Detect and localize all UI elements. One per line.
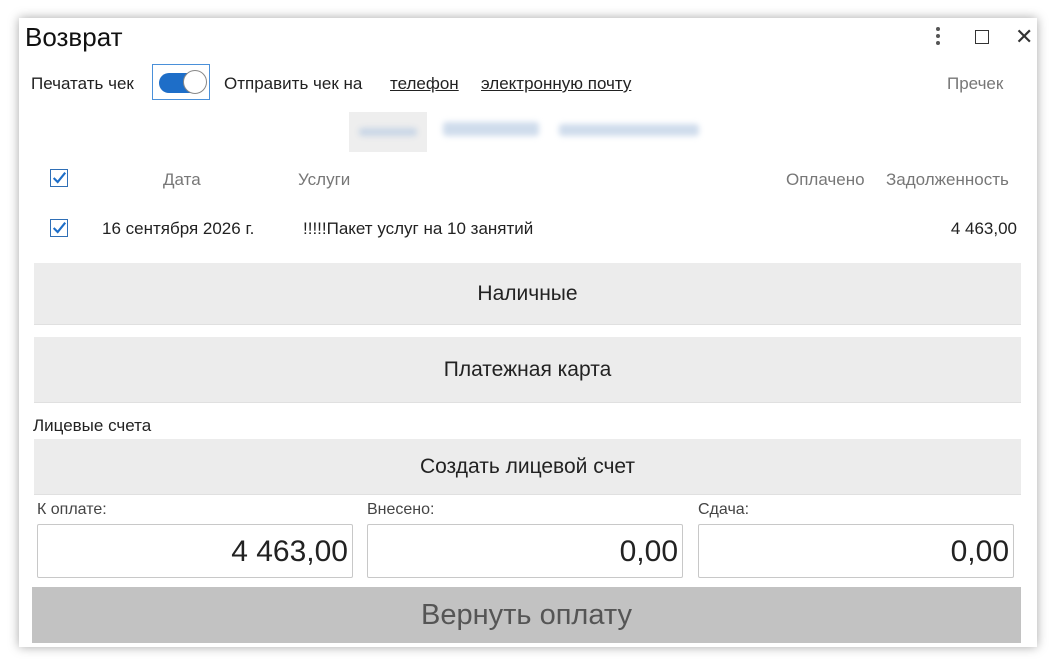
print-receipt-label: Печатать чек <box>31 74 134 93</box>
blurred-client-name <box>443 122 539 136</box>
more-options-icon[interactable] <box>931 27 945 49</box>
dialog-title: Возврат <box>25 22 123 52</box>
card-button[interactable]: Платежная карта <box>34 337 1021 403</box>
print-receipt-toggle[interactable] <box>152 64 210 100</box>
row-date: 16 сентября 2026 г. <box>102 219 255 238</box>
accounts-label: Лицевые счета <box>33 416 152 435</box>
send-email-link[interactable]: электронную почту <box>481 74 631 94</box>
column-header-debt[interactable]: Задолженность <box>886 170 1009 190</box>
close-icon[interactable]: ✕ <box>1015 24 1033 50</box>
maximize-icon[interactable] <box>975 30 989 44</box>
return-dialog: Возврат ✕ Печатать чек Отправить чек на … <box>19 18 1037 647</box>
deposited-label: Внесено: <box>367 501 435 518</box>
row-debt: 4 463,00 <box>950 219 1017 238</box>
column-header-date[interactable]: Дата <box>163 170 201 190</box>
to-pay-label: К оплате: <box>37 501 107 518</box>
change-label: Сдача: <box>698 501 750 518</box>
send-receipt-label: Отправить чек на <box>224 74 363 93</box>
select-all-checkbox[interactable] <box>50 169 68 187</box>
column-header-paid[interactable]: Оплачено <box>786 170 865 190</box>
row-checkbox[interactable] <box>50 219 68 237</box>
table-row[interactable]: 16 сентября 2026 г. !!!!!Пакет услуг на … <box>19 208 1037 248</box>
deposited-field[interactable]: 0,00 <box>367 524 683 578</box>
create-account-button[interactable]: Создать лицевой счет <box>34 439 1021 495</box>
blurred-client-surname <box>559 124 699 136</box>
change-field[interactable]: 0,00 <box>698 524 1014 578</box>
cash-button[interactable]: Наличные <box>34 263 1021 325</box>
refund-button[interactable]: Вернуть оплату <box>32 587 1021 643</box>
blurred-avatar <box>349 112 427 152</box>
send-phone-link[interactable]: телефон <box>390 74 459 94</box>
column-header-services[interactable]: Услуги <box>298 170 350 190</box>
row-service: !!!!!Пакет услуг на 10 занятий <box>303 219 534 238</box>
precheck-button[interactable]: Пречек <box>947 74 1003 94</box>
to-pay-field[interactable]: 4 463,00 <box>37 524 353 578</box>
